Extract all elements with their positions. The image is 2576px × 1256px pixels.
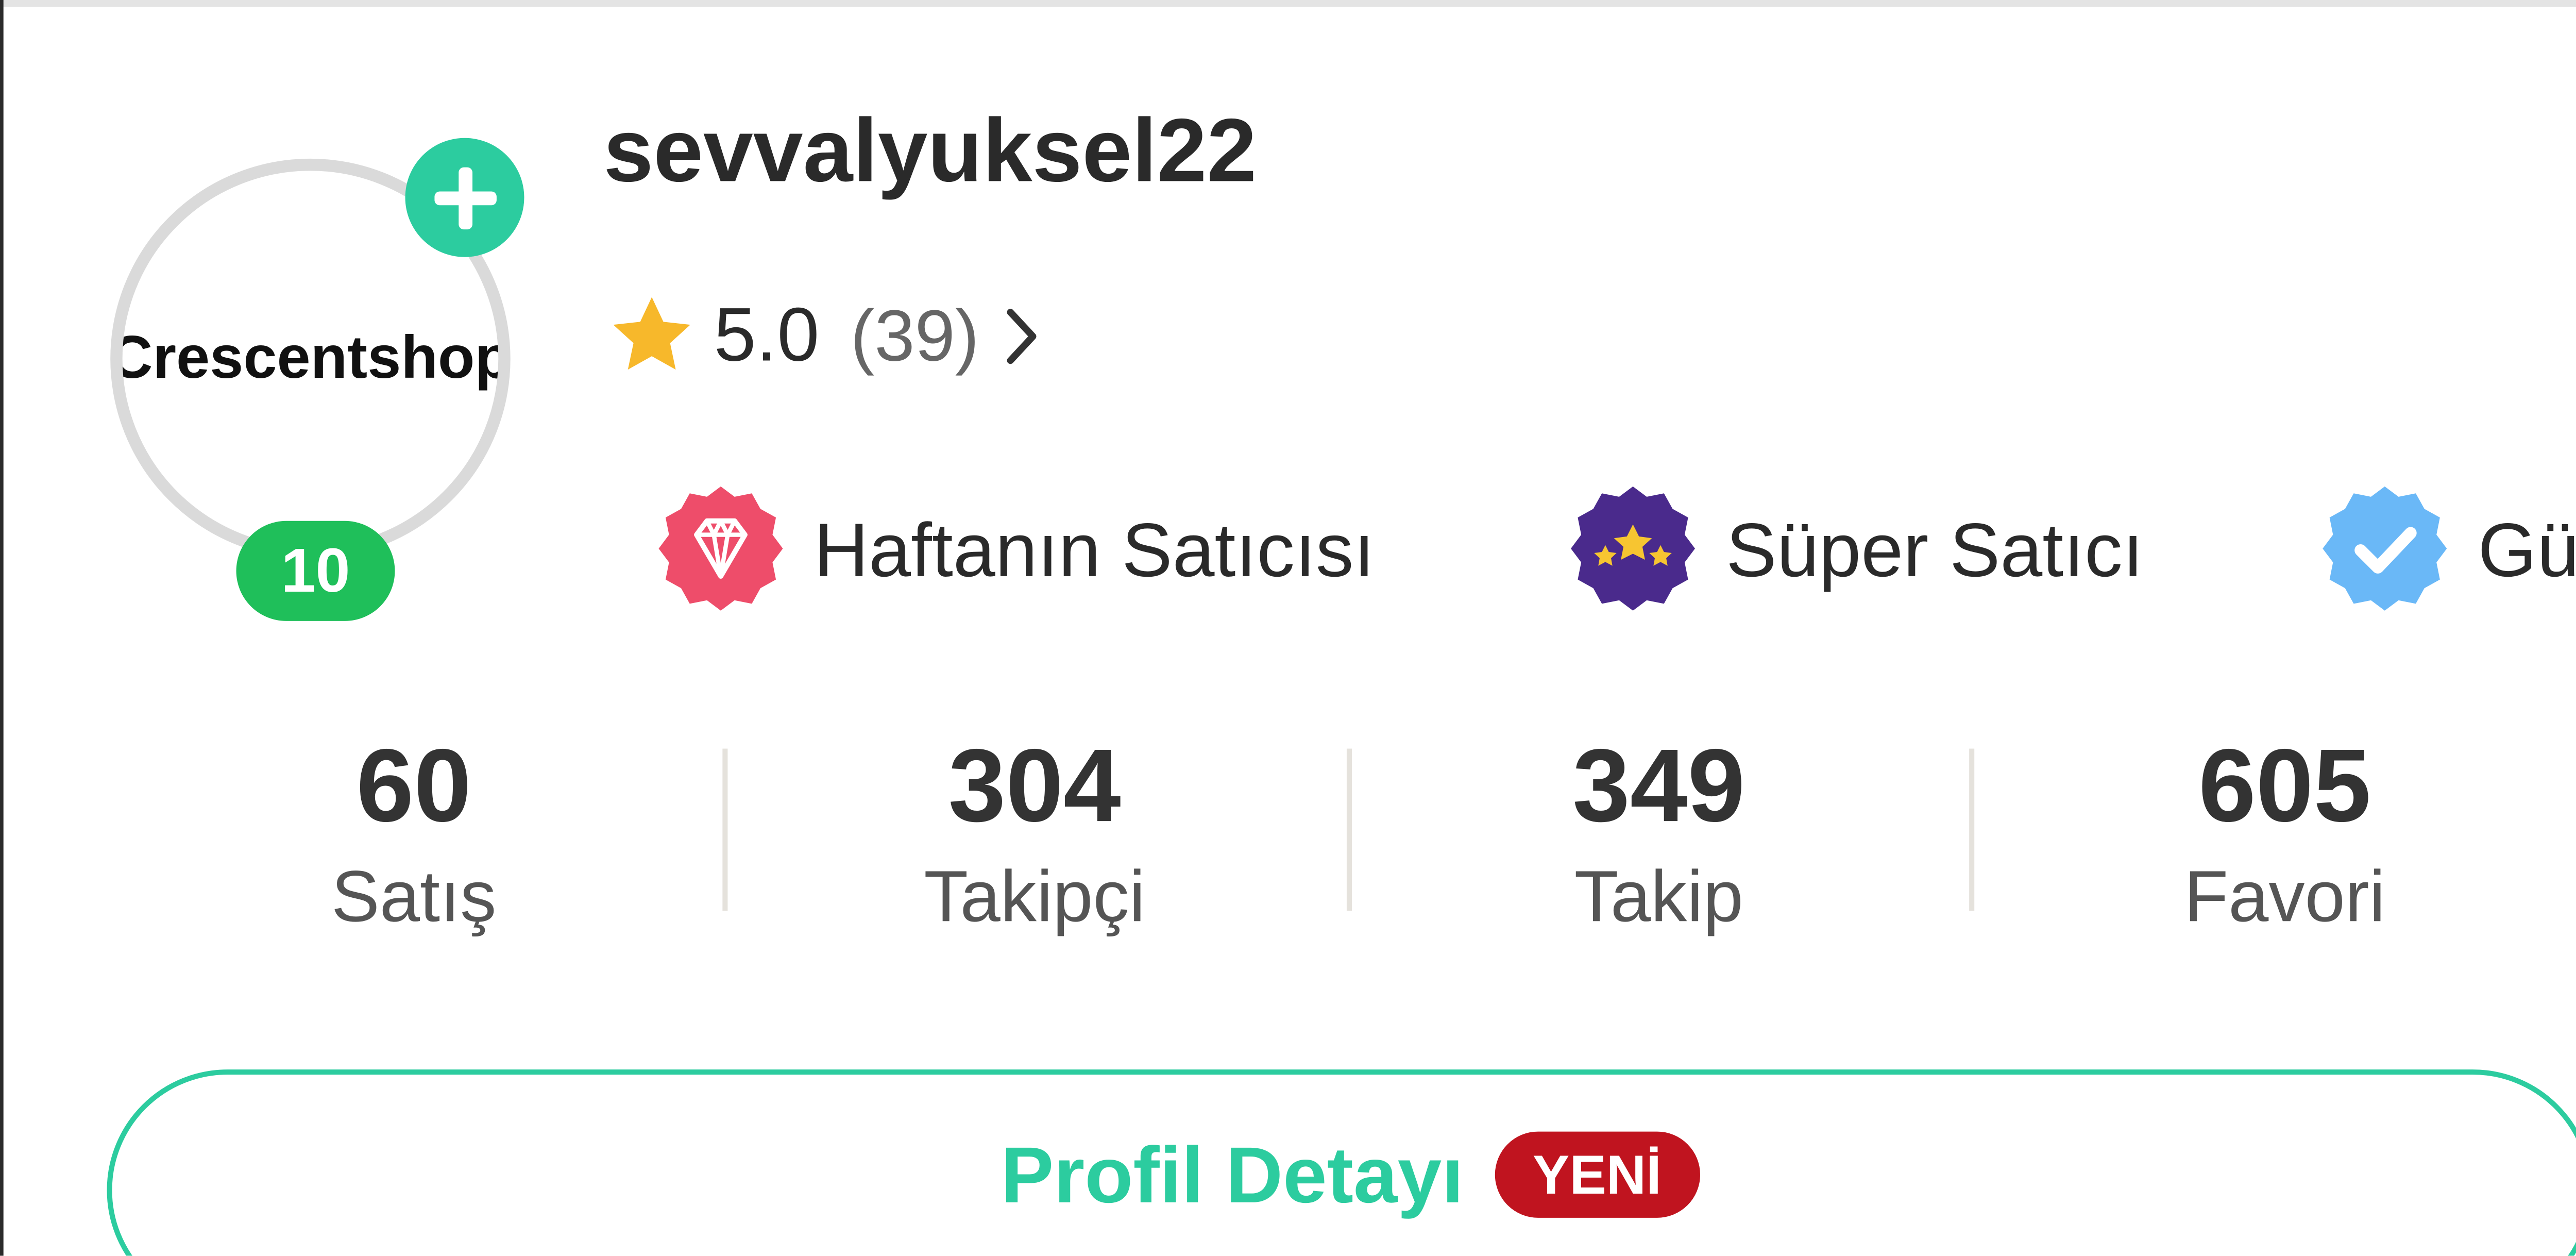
stat-following[interactable]: 349 Takip xyxy=(1400,725,1918,942)
avatar-text: Crescentshop xyxy=(110,324,511,392)
stat-divider xyxy=(1969,748,1975,911)
badge-label: Güven xyxy=(2478,509,2576,594)
badge-trusted[interactable]: Güven xyxy=(2319,485,2576,617)
seller-profile-card: Crescentshop 10 sevvalyuksel22 5.0 (39) xyxy=(0,0,2576,1256)
profile-detail-button[interactable]: Profil Detayı YENİ xyxy=(107,1069,2576,1256)
stat-sales[interactable]: 60 Satış xyxy=(155,725,672,942)
stat-label: Satış xyxy=(331,856,497,937)
top-divider xyxy=(0,0,2576,7)
stat-divider xyxy=(722,748,728,911)
stat-value: 349 xyxy=(1572,728,1745,844)
badge-label: Haftanın Satıcısı xyxy=(814,509,1375,594)
left-edge xyxy=(0,0,4,1256)
badge-weekly-seller[interactable]: Haftanın Satıcısı xyxy=(655,485,1375,617)
stat-followers[interactable]: 304 Takipçi xyxy=(776,725,1293,942)
username: sevvalyuksel22 xyxy=(603,102,1257,202)
profile-detail-content: Profil Detayı YENİ xyxy=(112,1127,2576,1223)
new-badge: YENİ xyxy=(1495,1131,1700,1218)
seller-level-badge: 10 xyxy=(236,521,395,621)
star-icon xyxy=(607,293,697,379)
rating-count: (39) xyxy=(850,295,979,376)
verified-badge-icon xyxy=(2319,482,2450,622)
rating-score: 5.0 xyxy=(714,293,820,378)
stat-favorites[interactable]: 605 Favori xyxy=(2026,725,2544,942)
badge-label: Süper Satıcı xyxy=(1726,509,2144,594)
stat-label: Favori xyxy=(2184,856,2385,937)
stat-divider xyxy=(1346,748,1352,911)
follow-plus-button[interactable] xyxy=(405,138,524,257)
profile-detail-label: Profil Detayı xyxy=(1001,1130,1464,1220)
stat-label: Takipçi xyxy=(924,856,1145,937)
stat-value: 605 xyxy=(2198,728,2371,844)
stars-badge-icon xyxy=(1567,482,1698,622)
chevron-right-icon xyxy=(1003,305,1041,367)
stat-label: Takip xyxy=(1574,856,1743,937)
diamond-badge-icon xyxy=(655,482,786,622)
stat-value: 304 xyxy=(948,728,1121,844)
rating-row[interactable]: 5.0 (39) xyxy=(607,290,1041,383)
stat-value: 60 xyxy=(356,728,471,844)
badge-super-seller[interactable]: Süper Satıcı xyxy=(1567,485,2144,617)
